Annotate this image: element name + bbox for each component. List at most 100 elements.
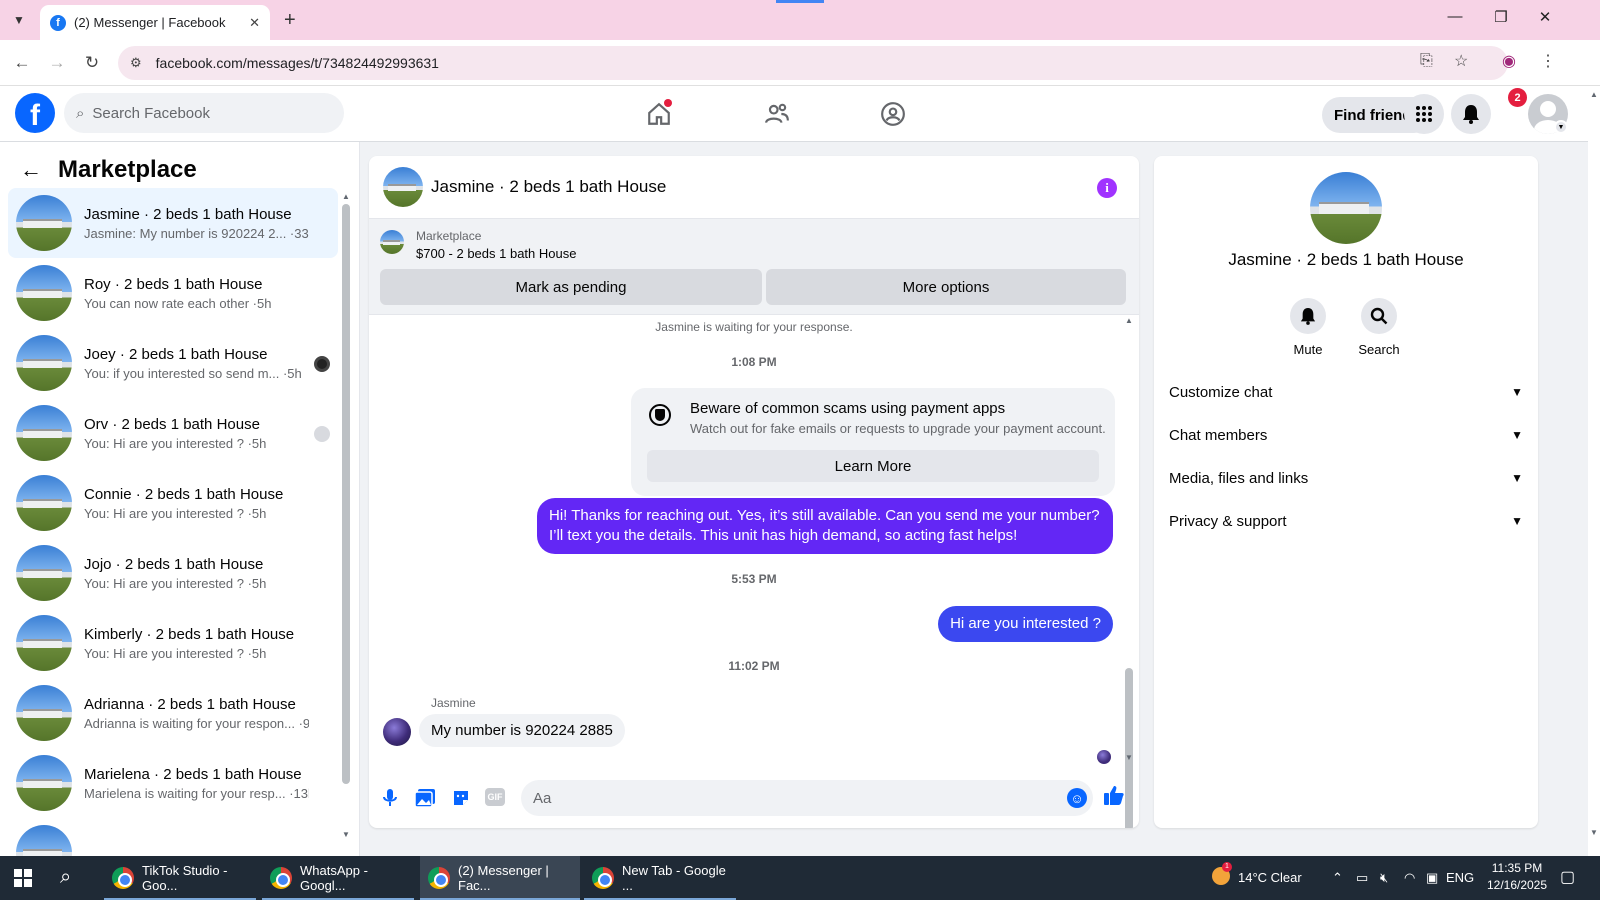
volume-muted-icon[interactable]: 🔇︎ <box>1380 870 1388 886</box>
chat-item-joey[interactable]: Joey · 2 beds 1 bath House You: if you in… <box>8 328 338 398</box>
windows-start-icon[interactable] <box>14 869 32 887</box>
address-bar[interactable]: ⚙ facebook.com/messages/t/73482449299363… <box>118 46 1508 80</box>
taskbar-app-newtab[interactable]: New Tab - Google ... <box>584 856 736 900</box>
thread-scroll-up-icon[interactable]: ▲ <box>1125 316 1133 325</box>
reload-icon[interactable]: ↻ <box>80 51 104 75</box>
friends-icon[interactable] <box>760 97 794 131</box>
details-name: Jasmine · 2 beds 1 bath House <box>1228 250 1464 269</box>
thumbs-up-icon[interactable] <box>1103 784 1125 812</box>
browser-tab-messenger[interactable]: f (2) Messenger | Facebook ✕ <box>40 5 270 40</box>
back-arrow-icon[interactable]: ← <box>20 157 42 183</box>
battery-icon[interactable]: ▭ <box>1356 870 1368 886</box>
conversation-thumbnail[interactable] <box>383 167 423 207</box>
notification-center-icon[interactable]: ▢ <box>1560 867 1575 887</box>
chat-item-roy[interactable]: Roy · 2 beds 1 bath House You can now rat… <box>8 258 338 328</box>
taskbar-app-messenger[interactable]: (2) Messenger | Fac... <box>420 856 580 900</box>
scroll-up-arrow-icon[interactable]: ▲ <box>1590 90 1598 99</box>
read-receipt-avatar <box>1097 750 1111 764</box>
mark-as-pending-button[interactable]: Mark as pending <box>380 269 762 305</box>
install-app-icon[interactable]: ⎘ <box>1420 52 1433 70</box>
customize-chat-row[interactable]: Customize chat ▼ <box>1169 372 1523 412</box>
details-thumbnail[interactable] <box>1310 172 1382 244</box>
listing-thumbnail <box>16 265 72 321</box>
gif-icon[interactable]: GIF <box>485 788 505 806</box>
tab-list-chevron-icon[interactable]: ▼ <box>6 8 32 32</box>
list-scroll-up-icon[interactable]: ▲ <box>342 192 350 201</box>
chat-list-scrollbar[interactable] <box>342 204 350 784</box>
chevron-down-icon: ▼ <box>1511 471 1523 485</box>
forward-arrow-icon[interactable]: → <box>45 51 69 75</box>
account-chevron-down-icon[interactable]: ▼ <box>1554 120 1568 134</box>
photo-icon[interactable] <box>413 786 437 810</box>
tab-close-icon[interactable]: ✕ <box>249 15 260 31</box>
site-info-icon[interactable]: ⚙ <box>130 55 142 71</box>
notification-count-badge: 2 <box>1508 88 1527 107</box>
chat-name: Jasmine · 2 beds 1 bath House <box>84 205 292 223</box>
bookmark-star-icon[interactable]: ☆ <box>1454 51 1468 71</box>
info-icon[interactable]: i <box>1097 178 1117 198</box>
chat-list-title: Marketplace <box>58 156 197 183</box>
media-files-links-row[interactable]: Media, files and links ▼ <box>1169 458 1523 498</box>
tab-drag-indicator <box>776 0 824 3</box>
chat-item-orv[interactable]: Orv · 2 beds 1 bath House You: Hi are you… <box>8 398 338 468</box>
chat-item-jasmine[interactable]: Jasmine · 2 beds 1 bath House Jasmine: My… <box>8 188 338 258</box>
facebook-search[interactable]: ⌕ <box>64 93 344 133</box>
browser-menu-icon[interactable]: ⋮ <box>1540 51 1556 71</box>
privacy-support-row[interactable]: Privacy & support ▼ <box>1169 501 1523 541</box>
notifications-bell-icon[interactable] <box>1451 94 1491 134</box>
chat-item-kimberly[interactable]: Kimberly · 2 beds 1 bath House You: Hi ar… <box>8 608 338 678</box>
search-action[interactable]: Search <box>1349 298 1409 357</box>
wifi-icon[interactable]: ◠ <box>1404 870 1415 886</box>
home-notification-dot <box>664 99 672 107</box>
learn-more-button[interactable]: Learn More <box>647 450 1099 482</box>
restore-window-icon[interactable]: ❐ <box>1486 8 1516 26</box>
facebook-header: f ⌕ Find friends 2 ▼ <box>0 86 1588 142</box>
taskbar-app-whatsapp[interactable]: WhatsApp - Googl... <box>262 856 414 900</box>
listing-price[interactable]: $700 - 2 beds 1 bath House <box>416 246 576 261</box>
chat-members-row[interactable]: Chat members ▼ <box>1169 415 1523 455</box>
conversation-panel: Jasmine · 2 beds 1 bath House i Marketpl… <box>369 156 1139 828</box>
weather-text[interactable]: 14°C Clear <box>1238 870 1302 885</box>
close-window-icon[interactable]: ✕ <box>1530 8 1560 26</box>
minimize-icon[interactable]: — <box>1440 8 1470 25</box>
more-options-button[interactable]: More options <box>766 269 1126 305</box>
groups-icon[interactable] <box>876 97 910 131</box>
menu-grid-icon[interactable] <box>1404 94 1444 134</box>
chat-item-partial[interactable] <box>8 818 338 856</box>
taskbar-app-tiktok[interactable]: TikTok Studio - Goo... <box>104 856 256 900</box>
system-clock[interactable]: 11:35 PM 12/16/2025 <box>1480 860 1554 894</box>
back-arrow-icon[interactable]: ← <box>10 51 34 75</box>
taskbar-search-icon[interactable]: ⌕ <box>60 866 71 889</box>
conversation-title[interactable]: Jasmine · 2 beds 1 bath House <box>431 177 666 197</box>
home-icon[interactable] <box>642 97 676 131</box>
page-scrollbar[interactable]: ▲ ▼ <box>1588 86 1600 856</box>
thread-scroll-down-icon[interactable]: ▼ <box>1125 753 1133 762</box>
list-scroll-down-icon[interactable]: ▼ <box>342 830 350 839</box>
microphone-icon[interactable] <box>378 786 402 810</box>
incoming-message[interactable]: My number is 920224 2885 <box>419 714 625 747</box>
tray-overflow-chevron-icon[interactable]: ⌃ <box>1332 870 1343 886</box>
new-tab-plus-icon[interactable]: + <box>284 9 296 32</box>
marketplace-listing-banner: Marketplace $700 - 2 beds 1 bath House M… <box>369 219 1139 315</box>
scroll-down-arrow-icon[interactable]: ▼ <box>1590 828 1598 837</box>
facebook-logo-icon[interactable]: f <box>15 93 55 133</box>
chat-name: Marielena · 2 beds 1 bath House <box>84 765 302 783</box>
chat-item-jojo[interactable]: Jojo · 2 beds 1 bath House You: Hi are yo… <box>8 538 338 608</box>
outgoing-message[interactable]: Hi! Thanks for reaching out. Yes, it’s s… <box>537 498 1113 554</box>
emoji-icon[interactable]: ☺ <box>1067 788 1087 808</box>
facebook-search-input[interactable] <box>92 104 313 122</box>
display-icon[interactable]: ▣ <box>1426 870 1438 886</box>
browser-toolbar: ← → ↻ ⚙ facebook.com/messages/t/73482449… <box>0 40 1600 86</box>
listing-thumbnail <box>16 545 72 601</box>
listing-mini-thumbnail[interactable] <box>380 230 404 254</box>
chat-item-adrianna[interactable]: Adrianna · 2 beds 1 bath House Adrianna i… <box>8 678 338 748</box>
chat-item-connie[interactable]: Connie · 2 beds 1 bath House You: Hi are … <box>8 468 338 538</box>
sender-avatar[interactable] <box>383 718 411 746</box>
outgoing-message[interactable]: Hi are you interested ? <box>938 606 1113 642</box>
profile-icon[interactable]: ◉ <box>1502 51 1516 71</box>
language-indicator[interactable]: ENG <box>1446 870 1474 885</box>
mute-action[interactable]: Mute <box>1278 298 1338 357</box>
chat-item-marielena[interactable]: Marielena · 2 beds 1 bath House Marielena… <box>8 748 338 818</box>
sticker-icon[interactable] <box>449 786 473 810</box>
message-input[interactable] <box>521 780 1093 816</box>
